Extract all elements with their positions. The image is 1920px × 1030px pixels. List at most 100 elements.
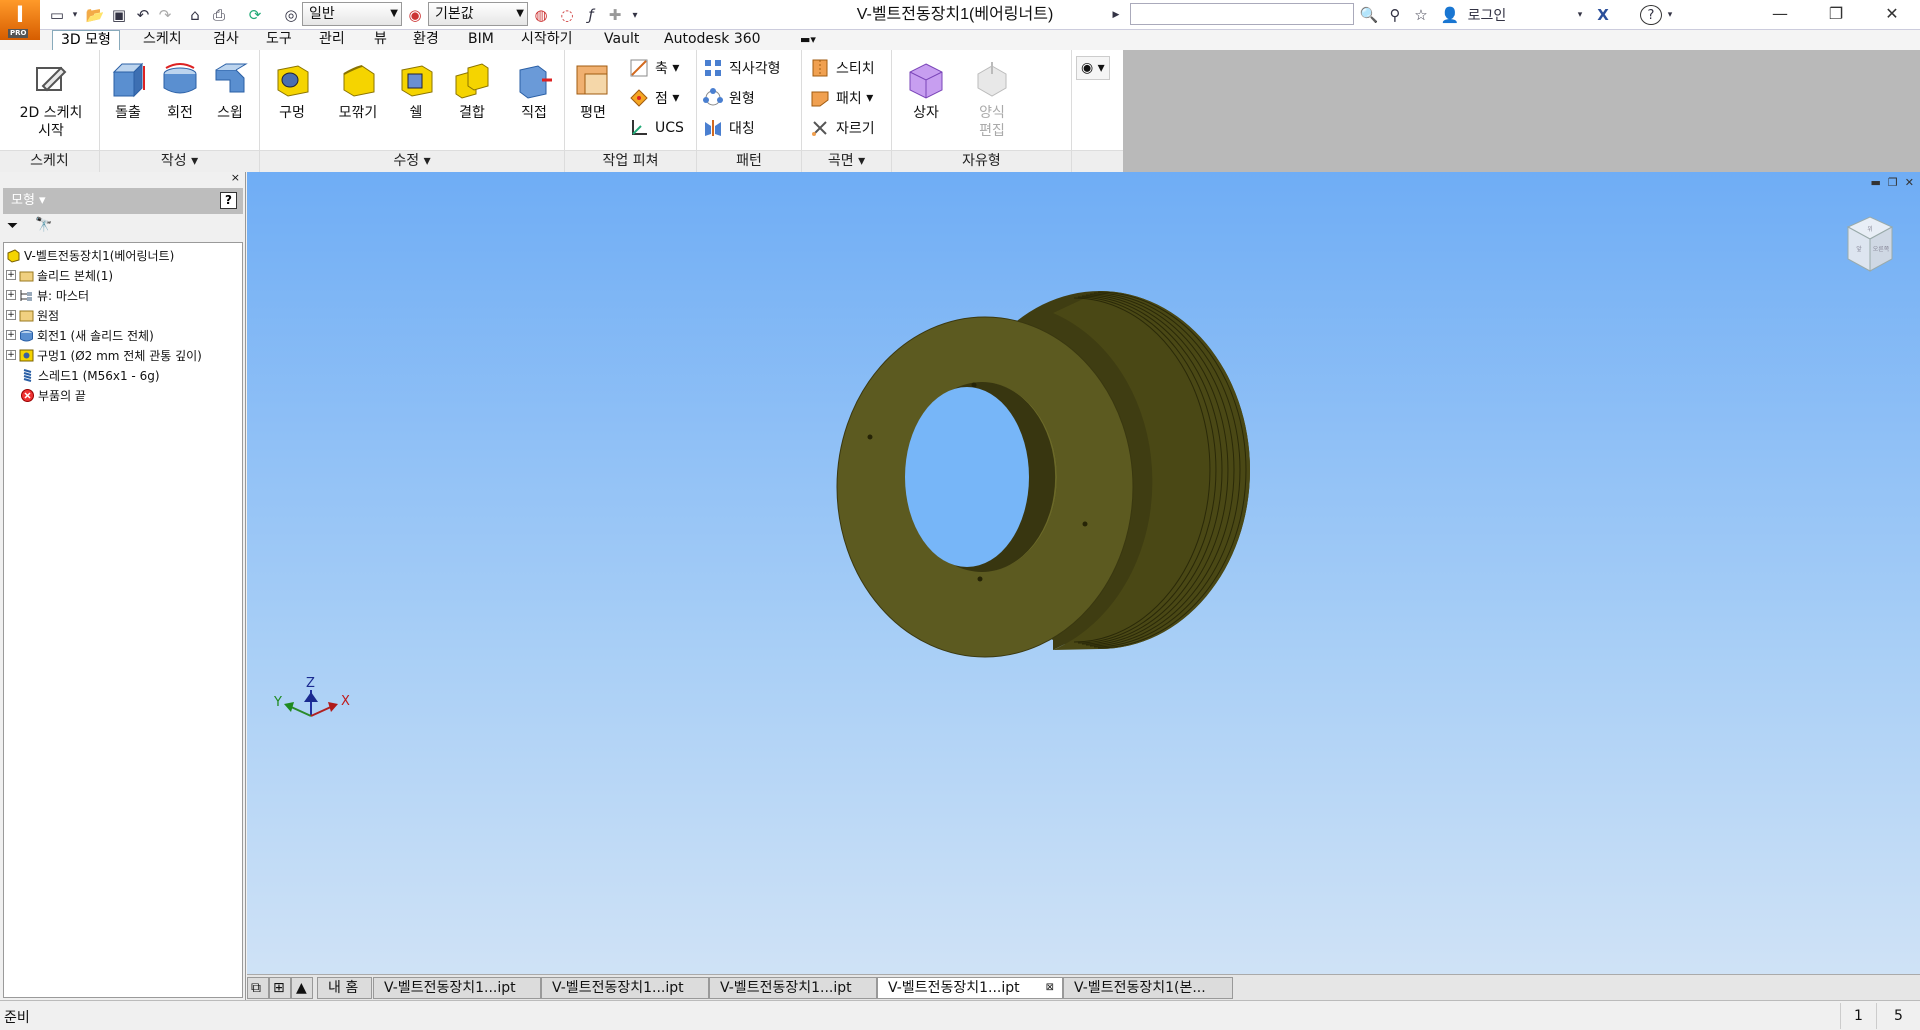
expand-icon[interactable]: + [6,290,16,300]
open-icon[interactable]: 📂 [84,5,106,25]
application-menu-button[interactable]: I PRO [0,0,40,40]
color-override-icon[interactable]: ◉ [404,5,426,25]
expand-icon[interactable]: + [6,270,16,280]
group-label-surface[interactable]: 곡면 ▾ [802,150,891,172]
mirror-button[interactable]: 대칭 [703,116,755,140]
user-icon[interactable]: 👤 [1440,5,1460,25]
bearing-nut-model[interactable] [836,291,1250,658]
tree-node-part[interactable]: V-벨트전동장치1(베어링너트) [6,245,174,265]
stitch-button[interactable]: 스티치 [810,56,875,80]
hole-button[interactable]: 구멍 [266,54,318,144]
exchange-apps-icon[interactable]: X [1592,5,1614,25]
help-search-input[interactable] [1130,3,1354,25]
point-button[interactable]: 점 ▾ [629,86,679,110]
doc-tab-5[interactable]: V-벨트전동장치1(본... [1063,977,1233,999]
open-documents-menu-icon[interactable]: ▲ [291,977,313,999]
favorites-icon[interactable]: ☆ [1410,5,1432,25]
title-expand-icon[interactable]: ▶ [1110,5,1122,25]
circular-pattern-button[interactable]: 원형 [703,86,755,110]
tab-sketch[interactable]: 스케치 [135,30,190,50]
expand-icon[interactable]: + [6,330,16,340]
group-label-create[interactable]: 작성 ▾ [100,150,259,172]
doc-tab-active[interactable]: V-벨트전동장치1...ipt ⊠ [877,977,1063,999]
trim-button[interactable]: 자르기 [810,116,875,140]
help-button[interactable]: ? [1640,5,1662,25]
doc-tab-my-home[interactable]: 내 홈 [317,977,372,999]
box-button[interactable]: 상자 [900,54,952,144]
combine-button[interactable]: 결합 [446,54,498,144]
redo-icon[interactable]: ↷ [154,5,176,25]
new-dropdown-icon[interactable]: ▾ [70,5,80,25]
doc-tab-1[interactable]: V-벨트전동장치1...ipt [373,977,541,999]
tab-autodesk-360[interactable]: Autodesk 360 [656,30,769,50]
clear-appearance-icon[interactable]: ◌ [556,5,578,25]
close-icon[interactable]: ✕ [1864,0,1920,30]
new-icon[interactable]: ▭ [46,5,68,25]
tree-node-revolve1[interactable]: + 회전1 (새 솔리드 전체) [6,325,154,345]
material-combo[interactable]: 기본값 ▼ [428,2,528,26]
appearance-adjust-icon[interactable]: ◍ [530,5,552,25]
restore-icon[interactable]: ❐ [1808,0,1864,30]
sweep-button[interactable]: 스윕 [204,54,256,144]
doc-tab-2[interactable]: V-벨트전동장치1...ipt [541,977,709,999]
subscription-icon[interactable]: ⚲ [1384,5,1406,25]
revolve-button[interactable]: 회전 [154,54,206,144]
shell-button[interactable]: 쉘 [390,54,442,144]
tab-vault[interactable]: Vault [596,30,647,50]
extrude-button[interactable]: 돌출 [102,54,154,144]
doc-tab-close-icon[interactable]: ⊠ [1046,978,1054,998]
filter-icon[interactable]: ⏷ [7,218,18,234]
save-icon[interactable]: ▣ [108,5,130,25]
tree-node-view[interactable]: + 뷰: 마스터 [6,285,89,305]
browser-close-icon[interactable]: × [231,171,240,184]
print-icon[interactable]: ⎙ [208,5,230,25]
expand-icon[interactable]: + [6,310,16,320]
customize-qa-icon[interactable]: ▾ [628,5,642,25]
cascade-windows-icon[interactable]: ⧉ [247,977,269,999]
edit-form-button[interactable]: 양식 편집 [966,54,1018,144]
tab-bim[interactable]: BIM [460,30,502,50]
tab-3d-model[interactable]: 3D 모형 [52,30,120,50]
tab-inspect[interactable]: 검사 [205,30,247,50]
help-dropdown-icon[interactable]: ▾ [1664,5,1676,25]
group-label-modify[interactable]: 수정 ▾ [260,150,564,172]
tab-get-started[interactable]: 시작하기 [513,30,581,50]
tree-node-hole1[interactable]: + 구멍1 (Ø2 mm 전체 관통 깊이) [6,345,202,365]
doc-tab-3[interactable]: V-벨트전동장치1...ipt [709,977,877,999]
minimize-icon[interactable]: — [1752,0,1808,30]
viewcube[interactable]: 위 앞 오른쪽 [1846,216,1894,272]
tile-windows-icon[interactable]: ⊞ [269,977,291,999]
ucs-button[interactable]: UCS [629,116,684,140]
ribbon-options-button[interactable]: ◉ ▾ [1076,56,1110,80]
rectangular-pattern-button[interactable]: 직사각형 [703,56,781,80]
select-priority-icon[interactable]: ◎ [280,5,302,25]
home-icon[interactable]: ⌂ [184,5,206,25]
tree-node-origin[interactable]: + 원점 [6,305,59,325]
add-icon[interactable]: ✚ [604,5,626,25]
tab-environments[interactable]: 환경 [405,30,447,50]
tab-manage[interactable]: 관리 [311,30,353,50]
tree-node-end-of-part[interactable]: 부품의 끝 [20,385,86,405]
direct-edit-button[interactable]: 직접 [508,54,560,144]
tree-node-solid-bodies[interactable]: + 솔리드 본체(1) [6,265,113,285]
update-icon[interactable]: ⟳ [244,5,266,25]
ribbon-toggle-icon[interactable]: ▬▾ [792,30,824,50]
plane-button[interactable]: 평면 [567,54,619,144]
style-combo[interactable]: 일반 ▼ [302,2,402,26]
tab-tools[interactable]: 도구 [258,30,300,50]
patch-button[interactable]: 패치 ▾ [810,86,873,110]
tree-node-thread1[interactable]: 스레드1 (M56x1 - 6g) [20,365,160,385]
start-2d-sketch-button[interactable]: 2D 스케치 시작 [10,54,92,144]
search-icon[interactable]: 🔍 [1358,5,1380,25]
graphics-viewport[interactable]: ▬ ❐ ✕ 위 앞 오른쪽 Y X Z [247,172,1920,974]
fillet-button[interactable]: 모깎기 [326,54,390,144]
axis-button[interactable]: 축 ▾ [629,56,679,80]
tab-view[interactable]: 뷰 [366,30,395,50]
login-button[interactable]: 로그인 [1462,5,1512,25]
function-icon[interactable]: ƒ [580,5,602,25]
login-dropdown-icon[interactable]: ▾ [1574,5,1586,25]
browser-header[interactable]: 모형 ▾ ? [3,188,243,214]
undo-icon[interactable]: ↶ [132,5,154,25]
expand-icon[interactable]: + [6,350,16,360]
find-icon[interactable]: 🔭 [35,217,52,233]
